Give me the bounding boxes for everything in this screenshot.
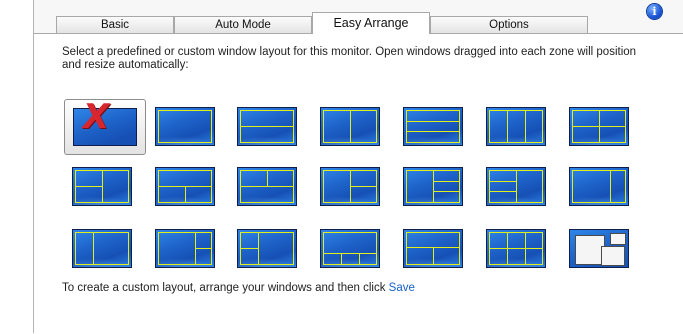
layout-six-grid[interactable] <box>486 229 546 268</box>
zone <box>359 253 377 265</box>
layout-left-split-wide-right[interactable] <box>237 229 297 268</box>
layout-full[interactable] <box>155 107 215 146</box>
zone <box>158 232 196 265</box>
layout-top-full-bottom-three[interactable] <box>320 229 380 268</box>
layout-narrow-left-wide-right[interactable] <box>72 229 132 268</box>
layout-left-split-right-full[interactable] <box>72 167 132 206</box>
custom-zone <box>601 246 625 266</box>
zone <box>525 110 543 143</box>
zone <box>433 247 460 265</box>
zone <box>433 191 460 203</box>
zone <box>599 126 626 143</box>
zone <box>240 248 259 265</box>
zone <box>158 170 212 187</box>
zone <box>323 232 377 254</box>
zone <box>267 170 294 187</box>
tab-options[interactable]: Options <box>430 16 588 33</box>
layout-top-bottom[interactable] <box>237 107 297 146</box>
layout-left-right[interactable] <box>320 107 380 146</box>
zone <box>93 232 129 265</box>
zone <box>572 126 600 143</box>
zone <box>572 170 611 203</box>
zone <box>75 232 94 265</box>
zone <box>525 232 543 249</box>
zone <box>406 131 460 143</box>
zone <box>489 232 508 249</box>
zone <box>489 110 508 143</box>
zone <box>507 232 526 249</box>
layout-none-selected[interactable]: X <box>64 97 146 155</box>
zone <box>341 253 360 265</box>
zone <box>489 248 508 265</box>
zone <box>158 186 186 203</box>
zone <box>525 248 543 265</box>
layout-left-three-right-full[interactable] <box>486 167 546 206</box>
zone <box>572 110 600 127</box>
layout-top-split-bottom-full[interactable] <box>237 167 297 206</box>
zone <box>516 170 543 203</box>
tab-basic[interactable]: Basic <box>56 16 174 33</box>
zone <box>323 170 351 203</box>
no-layout-icon: X <box>83 97 110 137</box>
zone <box>240 170 268 187</box>
zone <box>195 232 212 249</box>
layout-quadrants[interactable] <box>569 107 629 146</box>
save-link[interactable]: Save <box>389 282 415 294</box>
zone <box>489 191 517 203</box>
footer-text: To create a custom layout, arrange your … <box>62 282 386 294</box>
zone <box>240 110 294 127</box>
zone <box>350 186 377 203</box>
zone <box>75 170 103 187</box>
zone <box>323 253 342 265</box>
layout-left-full-right-split[interactable] <box>320 167 380 206</box>
layout-custom[interactable] <box>569 229 629 268</box>
zone <box>610 170 626 203</box>
tab-easy-arrange[interactable]: Easy Arrange <box>312 12 430 34</box>
zone <box>350 110 377 143</box>
layout-top-full-bottom-split[interactable] <box>155 167 215 206</box>
zone <box>350 170 377 187</box>
zone <box>323 110 351 143</box>
zone <box>240 232 259 249</box>
layout-top-full-bottom-split-narrow[interactable] <box>403 229 463 268</box>
zone <box>102 170 129 203</box>
zone <box>507 110 526 143</box>
zone <box>240 186 294 203</box>
layout-three-columns[interactable] <box>486 107 546 146</box>
footer-hint: To create a custom layout, arrange your … <box>62 282 415 294</box>
zone <box>185 186 212 203</box>
layout-wide-left-narrow-right[interactable] <box>569 167 629 206</box>
info-icon[interactable]: i <box>647 4 662 19</box>
layout-left-full-right-three[interactable] <box>403 167 463 206</box>
zone <box>75 186 103 203</box>
layout-wide-left-right-split[interactable] <box>155 229 215 268</box>
zone <box>406 247 434 265</box>
zone <box>258 232 294 265</box>
zone <box>406 232 460 248</box>
zone <box>158 110 212 143</box>
zone <box>195 248 212 265</box>
custom-zone <box>610 233 626 245</box>
zone <box>406 170 434 203</box>
zone <box>599 110 626 127</box>
tab-auto-mode[interactable]: Auto Mode <box>174 16 312 33</box>
zone <box>507 248 526 265</box>
layout-description: Select a predefined or custom window lay… <box>62 46 637 71</box>
zone <box>240 126 294 143</box>
layout-three-rows[interactable] <box>403 107 463 146</box>
